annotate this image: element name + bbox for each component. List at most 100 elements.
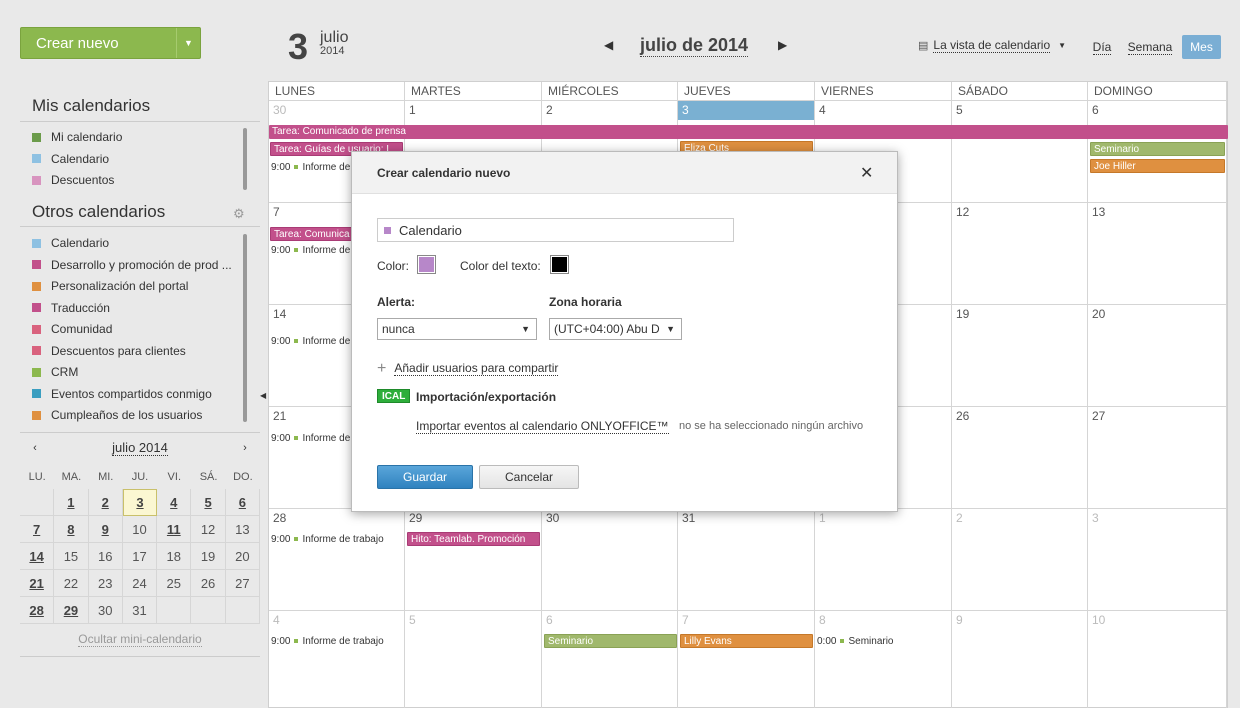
mini-day-cell[interactable]: 15	[54, 543, 89, 570]
calendar-item[interactable]: Descuentos para clientes	[32, 341, 186, 361]
calendar-item[interactable]: Comunidad	[32, 319, 112, 339]
mini-day-cell[interactable]: 25	[157, 570, 192, 597]
event-lilly-evans[interactable]: Lilly Evans	[680, 634, 813, 648]
mini-day-cell[interactable]: 4	[157, 489, 192, 516]
calendar-item[interactable]: Desarrollo y promoción de prod ...	[32, 255, 232, 275]
event-seminar[interactable]: Seminario	[1090, 142, 1225, 156]
event-work-report[interactable]: 9:00 Informe de	[271, 433, 350, 444]
event-seminar[interactable]: 0:00 Seminario	[817, 636, 894, 647]
event-press-release[interactable]: Tarea: Comunicado de prensa	[269, 125, 1228, 139]
event-work-report[interactable]: 9:00 Informe de	[271, 162, 350, 173]
mini-day-cell[interactable]: 16	[88, 543, 123, 570]
calendar-item[interactable]: CRM	[32, 362, 78, 382]
view-month-button[interactable]: Mes	[1182, 35, 1221, 59]
view-day-button[interactable]: Día	[1088, 35, 1116, 59]
mini-day-cell[interactable]: 27	[225, 570, 260, 597]
calendar-item[interactable]: Calendario	[32, 149, 109, 169]
mini-day-cell[interactable]: 9	[88, 516, 123, 543]
hide-mini-calendar-link[interactable]: Ocultar mini-calendario	[20, 632, 260, 647]
day-cell[interactable]: 20	[1088, 305, 1227, 407]
day-cell[interactable]: 1	[815, 509, 952, 611]
day-cell[interactable]: 7	[678, 611, 815, 708]
view-week-button[interactable]: Semana	[1124, 35, 1176, 59]
mini-day-cell[interactable]: 10	[122, 516, 158, 543]
day-cell[interactable]: 4	[269, 611, 405, 708]
mini-day-cell[interactable]: 28	[20, 597, 55, 624]
day-cell[interactable]: 13	[1088, 203, 1227, 305]
mini-day-cell[interactable]: 7	[20, 516, 55, 543]
day-cell[interactable]: 3	[1088, 509, 1227, 611]
event-work-report[interactable]: 9:00 Informe de trabajo	[271, 534, 384, 545]
timezone-select[interactable]: (UTC+04:00) Abu D ▼	[549, 318, 682, 340]
day-cell[interactable]: 5	[952, 101, 1088, 203]
calendar-item[interactable]: Mi calendario	[32, 127, 122, 147]
prev-month-icon[interactable]: ◀	[604, 38, 613, 52]
day-cell[interactable]: 2	[952, 509, 1088, 611]
mini-day-cell[interactable]: 24	[122, 570, 158, 597]
mini-day-cell[interactable]: 23	[88, 570, 123, 597]
event-work-report[interactable]: 9:00 Informe de	[271, 336, 350, 347]
day-cell[interactable]: 10	[1088, 611, 1227, 708]
import-events-link[interactable]: Importar eventos al calendario ONLYOFFIC…	[416, 419, 669, 434]
event-milestone-promotion[interactable]: Hito: Teamlab. Promoción	[407, 532, 540, 546]
day-cell[interactable]: 28	[269, 509, 405, 611]
mini-day-cell[interactable]: 5	[191, 489, 226, 516]
other-calendars-scrollbar[interactable]	[243, 234, 247, 422]
mini-day-cell[interactable]: 29	[54, 597, 89, 624]
alert-select[interactable]: nunca ▼	[377, 318, 537, 340]
day-cell[interactable]: 12	[952, 203, 1088, 305]
text-color-swatch[interactable]	[550, 255, 569, 274]
add-users-share-link[interactable]: + Añadir usuarios para compartir	[377, 360, 559, 376]
my-calendars-scrollbar[interactable]	[243, 128, 247, 190]
mini-day-cell[interactable]: 2	[88, 489, 123, 516]
color-swatch[interactable]	[417, 255, 436, 274]
day-cell[interactable]: 29	[405, 509, 542, 611]
day-cell[interactable]: 27	[1088, 407, 1227, 509]
day-cell[interactable]: 6	[542, 611, 678, 708]
mini-day-cell[interactable]: 17	[122, 543, 158, 570]
event-joe-hiller[interactable]: Joe Hiller	[1090, 159, 1225, 173]
mini-prev-icon[interactable]: ‹	[20, 442, 50, 454]
mini-day-cell[interactable]: 1	[54, 489, 89, 516]
day-cell[interactable]: 31	[678, 509, 815, 611]
day-cell[interactable]: 9	[952, 611, 1088, 708]
mini-day-cell[interactable]: 6	[225, 489, 260, 516]
day-cell[interactable]: 8	[815, 611, 952, 708]
event-work-report[interactable]: 9:00 Informe de	[271, 245, 350, 256]
mini-day-cell[interactable]: 12	[191, 516, 226, 543]
mini-day-cell[interactable]: 8	[54, 516, 89, 543]
day-cell[interactable]: 5	[405, 611, 542, 708]
cancel-button[interactable]: Cancelar	[479, 465, 579, 489]
day-cell[interactable]: 26	[952, 407, 1088, 509]
mini-day-cell[interactable]: 3	[122, 489, 158, 516]
mini-day-cell[interactable]: 31	[122, 597, 158, 624]
close-icon[interactable]: ✕	[860, 163, 873, 183]
mini-day-cell[interactable]: 11	[157, 516, 192, 543]
mini-day-cell[interactable]: 26	[191, 570, 226, 597]
calendar-item[interactable]: Traducción	[32, 298, 110, 318]
calendar-item[interactable]: Cumpleaños de los usuarios	[32, 405, 202, 425]
mini-day-cell[interactable]: 21	[20, 570, 55, 597]
calendar-item[interactable]: Eventos compartidos conmigo	[32, 384, 212, 404]
mini-day-cell[interactable]: 22	[54, 570, 89, 597]
day-cell[interactable]: 30	[542, 509, 678, 611]
month-title[interactable]: julio de 2014	[640, 35, 749, 57]
calendar-item[interactable]: Calendario	[32, 233, 109, 253]
mini-day-cell[interactable]: 13	[225, 516, 260, 543]
chevron-down-icon[interactable]: ▼	[176, 28, 200, 58]
event-work-report[interactable]: 9:00 Informe de trabajo	[271, 636, 384, 647]
calendar-item[interactable]: Descuentos	[32, 170, 114, 190]
collapse-sidebar-icon[interactable]: ◀	[260, 391, 266, 400]
day-cell[interactable]: 19	[952, 305, 1088, 407]
mini-day-cell[interactable]: 20	[225, 543, 260, 570]
mini-day-cell[interactable]: 19	[191, 543, 226, 570]
create-new-button[interactable]: Crear nuevo ▼	[20, 27, 201, 59]
calendar-name-input[interactable]: Calendario	[377, 218, 734, 242]
mini-day-cell[interactable]: 30	[88, 597, 123, 624]
calendar-item[interactable]: Personalización del portal	[32, 276, 188, 296]
gear-icon[interactable]: ⚙	[233, 206, 245, 222]
save-button[interactable]: Guardar	[377, 465, 473, 489]
next-month-icon[interactable]: ▶	[778, 38, 787, 52]
calendar-view-selector[interactable]: ▤ La vista de calendario ▼	[918, 38, 1066, 53]
mini-next-icon[interactable]: ›	[230, 442, 260, 454]
